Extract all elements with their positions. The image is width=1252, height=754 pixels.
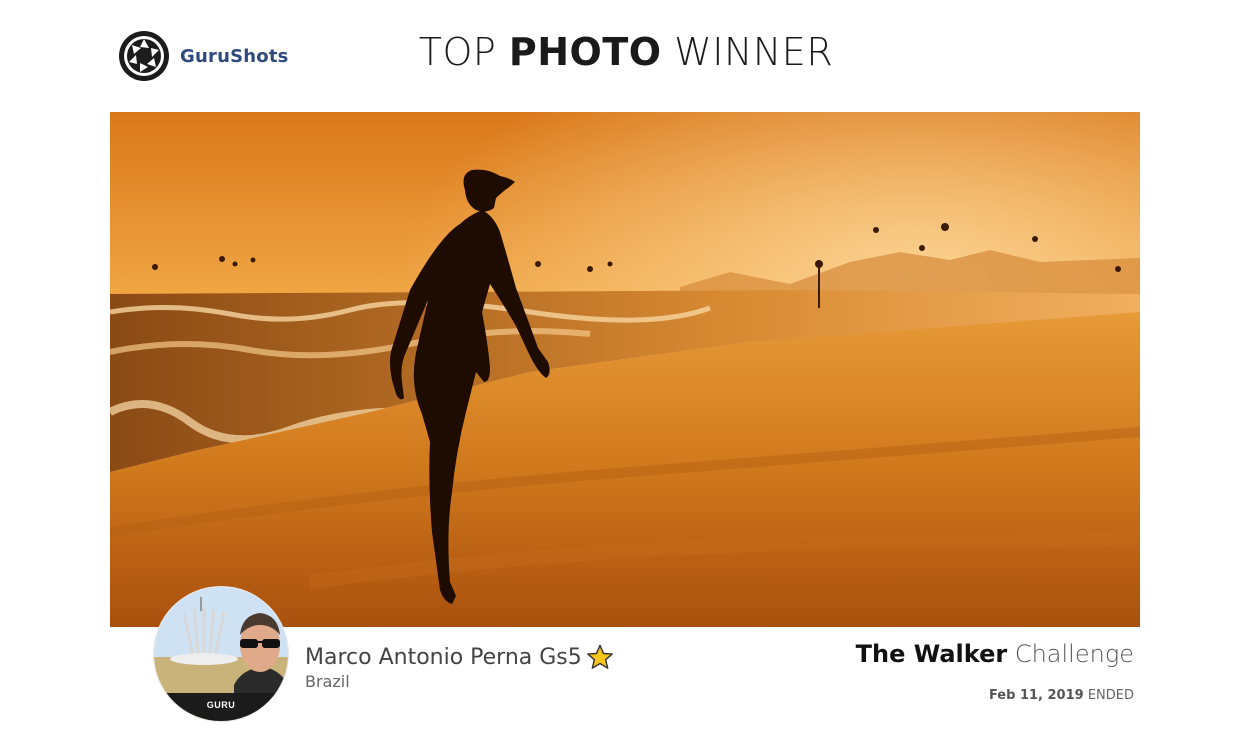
challenge-ended-label: ENDED [1083,688,1134,703]
challenge-title-bold: The Walker [855,640,1008,668]
winner-country: Brazil [305,672,350,691]
beach-sunset-walker-icon [110,112,1140,627]
rank-badge: GURU [154,693,288,721]
star-icon [586,644,613,669]
challenge-status: Feb 11, 2019 ENDED [989,688,1134,703]
challenge-title[interactable]: The Walker Challenge [856,640,1134,668]
winner-avatar[interactable]: GURU [154,587,288,721]
page-title: TOP PHOTO WINNER [0,30,1252,74]
winner-name: Marco Antonio Perna Gs5 [305,644,582,670]
title-part-photo: PHOTO [508,30,662,74]
title-part-winner: WINNER [661,30,834,74]
winner-name-row[interactable]: Marco Antonio Perna Gs5 [305,643,614,671]
winning-photo[interactable] [110,112,1140,627]
title-part-top: TOP [418,30,509,74]
challenge-date: Feb 11, 2019 [988,688,1084,703]
challenge-title-light: Challenge [1007,640,1134,668]
